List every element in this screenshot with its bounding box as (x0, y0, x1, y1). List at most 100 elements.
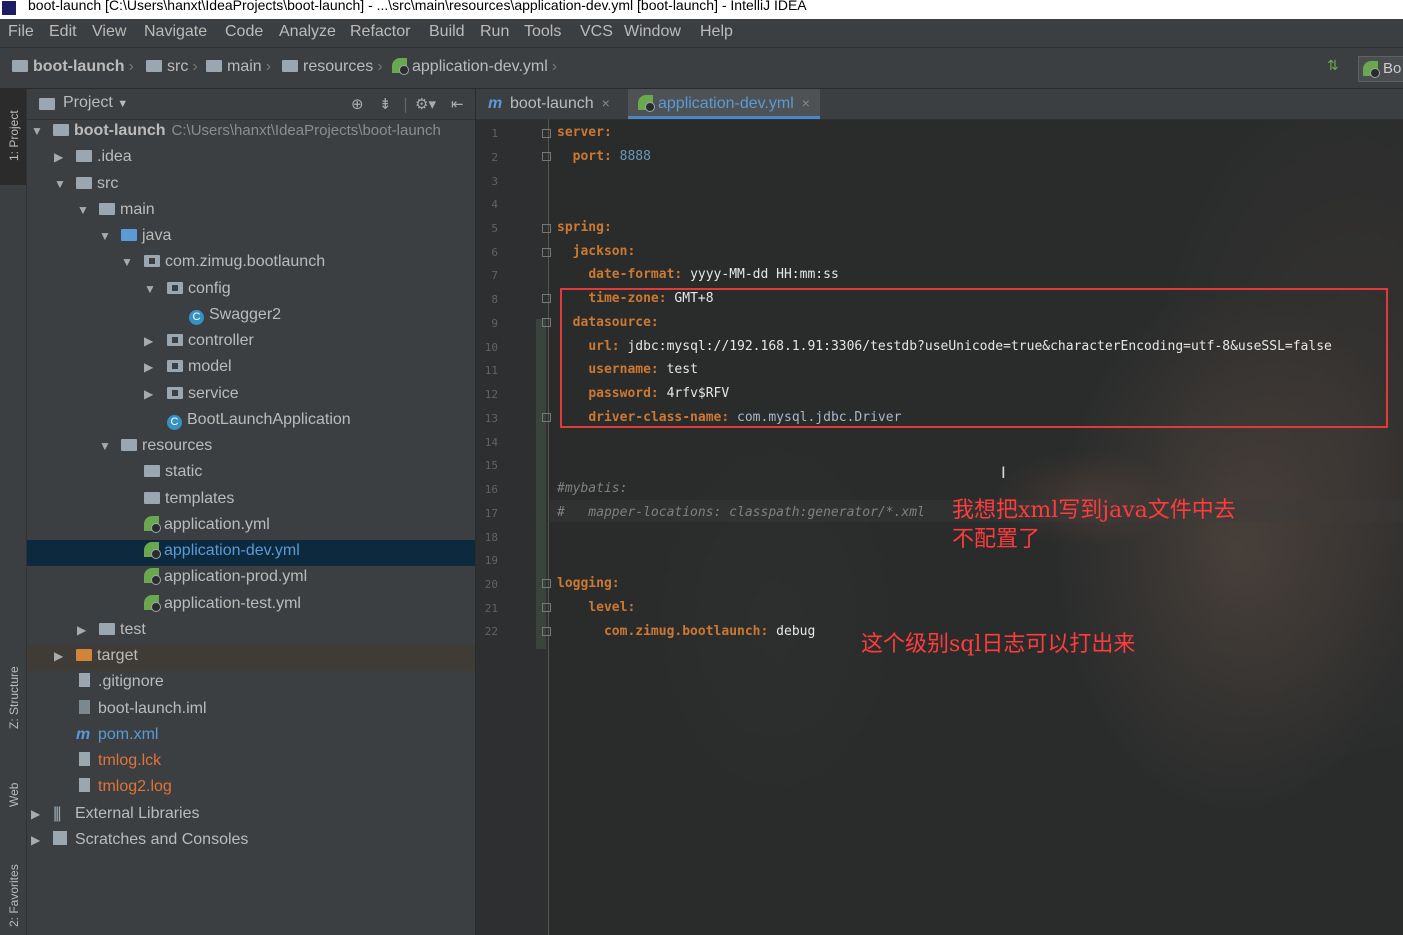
annotation-note-log: 这个级别sql日志可以打出来 (861, 632, 1136, 657)
settings-gear-icon[interactable]: ⚙▾ (415, 95, 436, 113)
locate-file-icon[interactable]: ⊕ (351, 95, 364, 113)
code-line-22[interactable]: com.zimug.bootlaunch: debug (557, 624, 815, 639)
close-icon[interactable]: × (602, 95, 610, 111)
breadcrumb-src[interactable]: src › (146, 58, 202, 76)
source-folder-icon (121, 229, 137, 241)
tool-tab-project[interactable]: 1: Project (7, 110, 21, 161)
tree-item-java[interactable]: ▼ java (27, 225, 475, 251)
code-line-17[interactable]: # mapper-locations: classpath:generator/… (557, 505, 925, 520)
code-line-5[interactable]: spring: (557, 220, 612, 235)
run-configuration-button[interactable]: Bo (1358, 56, 1403, 82)
spring-yml-icon (638, 95, 655, 112)
fold-marker[interactable] (542, 579, 551, 588)
fold-marker[interactable] (542, 603, 551, 612)
tab-application-dev-yml[interactable]: application-dev.yml × (628, 89, 820, 119)
tool-tab-structure[interactable]: Z: Structure (7, 666, 21, 729)
code-line-2[interactable]: port: 8888 (557, 149, 651, 164)
code-line-6[interactable]: jackson: (557, 244, 636, 259)
fold-marker[interactable] (542, 627, 551, 636)
breadcrumb-project[interactable]: boot-launch › (12, 58, 138, 76)
tree-item-target[interactable]: ▶ target (27, 645, 475, 671)
tree-item-main[interactable]: ▼ main (27, 199, 475, 225)
tree-item-templates[interactable]: templates (27, 488, 475, 514)
spring-yml-icon (144, 595, 161, 612)
tree-item-boot-launch[interactable]: ▼ boot-launch C:\Users\hanxt\IdeaProjects\… (27, 120, 475, 146)
fold-marker[interactable] (542, 152, 551, 161)
line-number: 18 (484, 531, 498, 544)
code-line-16[interactable]: #mybatis: (557, 481, 627, 496)
tree-item-static[interactable]: static (27, 461, 475, 487)
tree-item-config[interactable]: ▼ config (27, 278, 475, 304)
project-panel-header: Project ▼ ⊕ ⇟ | ⚙▾ ⇤ (27, 89, 475, 120)
breadcrumb-resources[interactable]: resources › (282, 58, 387, 76)
menu-refactor[interactable]: Refactor (350, 23, 410, 41)
tree-item-test[interactable]: ▶ test (27, 619, 475, 645)
tree-item-scratches[interactable]: ▶ Scratches and Consoles (27, 829, 475, 855)
code-line-1[interactable]: server: (557, 125, 612, 140)
breadcrumb-main[interactable]: main › (206, 58, 275, 76)
tree-item-resources[interactable]: ▼ resources (27, 435, 475, 461)
tree-item-idea[interactable]: ▶ .idea (27, 146, 475, 172)
tree-item-bootlaunchapplication[interactable]: C BootLaunchApplication (27, 409, 475, 435)
line-number: 16 (484, 483, 498, 496)
menu-view[interactable]: View (92, 23, 126, 41)
folder-icon (99, 203, 115, 215)
annotation-note-xml: 我想把xml写到java文件中去 (952, 498, 1236, 523)
tree-item-model[interactable]: ▶ model (27, 356, 475, 382)
line-number: 3 (491, 175, 498, 188)
fold-marker[interactable] (542, 294, 551, 303)
tree-item-package[interactable]: ▼ com.zimug.bootlaunch (27, 251, 475, 277)
menu-tools[interactable]: Tools (524, 23, 561, 41)
package-icon (144, 255, 160, 267)
menu-help[interactable]: Help (700, 23, 733, 41)
tree-item-src[interactable]: ▼ src (27, 173, 475, 199)
tree-item-iml[interactable]: boot-launch.iml (27, 698, 475, 724)
project-view-icon (39, 98, 55, 110)
tree-item-application-dev-yml[interactable]: application-dev.yml (27, 540, 475, 566)
code-line-7[interactable]: date-format: yyyy-MM-dd HH:mm:ss (557, 267, 838, 282)
code-line-21[interactable]: level: (557, 600, 635, 615)
module-folder-icon (53, 124, 69, 136)
fold-marker[interactable] (542, 248, 551, 257)
tree-item-tmlog2-log[interactable]: tmlog2.log (27, 776, 475, 802)
tree-item-application-prod-yml[interactable]: application-prod.yml (27, 566, 475, 592)
menu-file[interactable]: File (8, 23, 34, 41)
tree-item-external-libraries[interactable]: ▶ ||| External Libraries (27, 803, 475, 829)
excluded-folder-icon (76, 649, 92, 661)
tool-tab-web[interactable]: Web (7, 783, 21, 807)
menu-navigate[interactable]: Navigate (144, 23, 207, 41)
tree-item-application-test-yml[interactable]: application-test.yml (27, 593, 475, 619)
tab-boot-launch[interactable]: m boot-launch × (478, 89, 620, 119)
menu-window[interactable]: Window (624, 23, 681, 41)
breadcrumb-file[interactable]: application-dev.yml › (392, 58, 561, 76)
fold-marker[interactable] (542, 318, 551, 327)
menu-build[interactable]: Build (429, 23, 465, 41)
menu-analyze[interactable]: Analyze (279, 23, 336, 41)
folder-icon (99, 623, 115, 635)
tree-item-gitignore[interactable]: .gitignore (27, 671, 475, 697)
menu-code[interactable]: Code (225, 23, 263, 41)
menu-edit[interactable]: Edit (49, 23, 77, 41)
tree-item-swagger2[interactable]: C Swagger2 (27, 304, 475, 330)
fold-marker[interactable] (542, 129, 551, 138)
fold-marker[interactable] (542, 224, 551, 233)
collapse-all-icon[interactable]: ⇟ (379, 95, 392, 113)
close-icon[interactable]: × (802, 95, 810, 111)
menu-run[interactable]: Run (480, 23, 509, 41)
folder-icon (76, 150, 92, 162)
hide-panel-icon[interactable]: ⇤ (451, 95, 464, 113)
menu-vcs[interactable]: VCS (580, 23, 613, 41)
tree-item-pom-xml[interactable]: m pom.xml (27, 724, 475, 750)
tree-item-service[interactable]: ▶ service (27, 383, 475, 409)
tree-item-application-yml[interactable]: application.yml (27, 514, 475, 540)
fold-marker[interactable] (542, 413, 551, 422)
tree-item-tmlog-lck[interactable]: tmlog.lck (27, 750, 475, 776)
folder-icon (206, 60, 222, 72)
sort-icon[interactable]: ⇅ (1327, 58, 1339, 74)
module-file-icon (79, 700, 90, 714)
code-line-20[interactable]: logging: (557, 576, 620, 591)
tree-item-controller[interactable]: ▶ controller (27, 330, 475, 356)
tool-tab-favorites[interactable]: 2: Favorites (7, 864, 21, 927)
line-number: 1 (491, 127, 498, 140)
project-view-selector[interactable]: Project ▼ (63, 94, 128, 112)
